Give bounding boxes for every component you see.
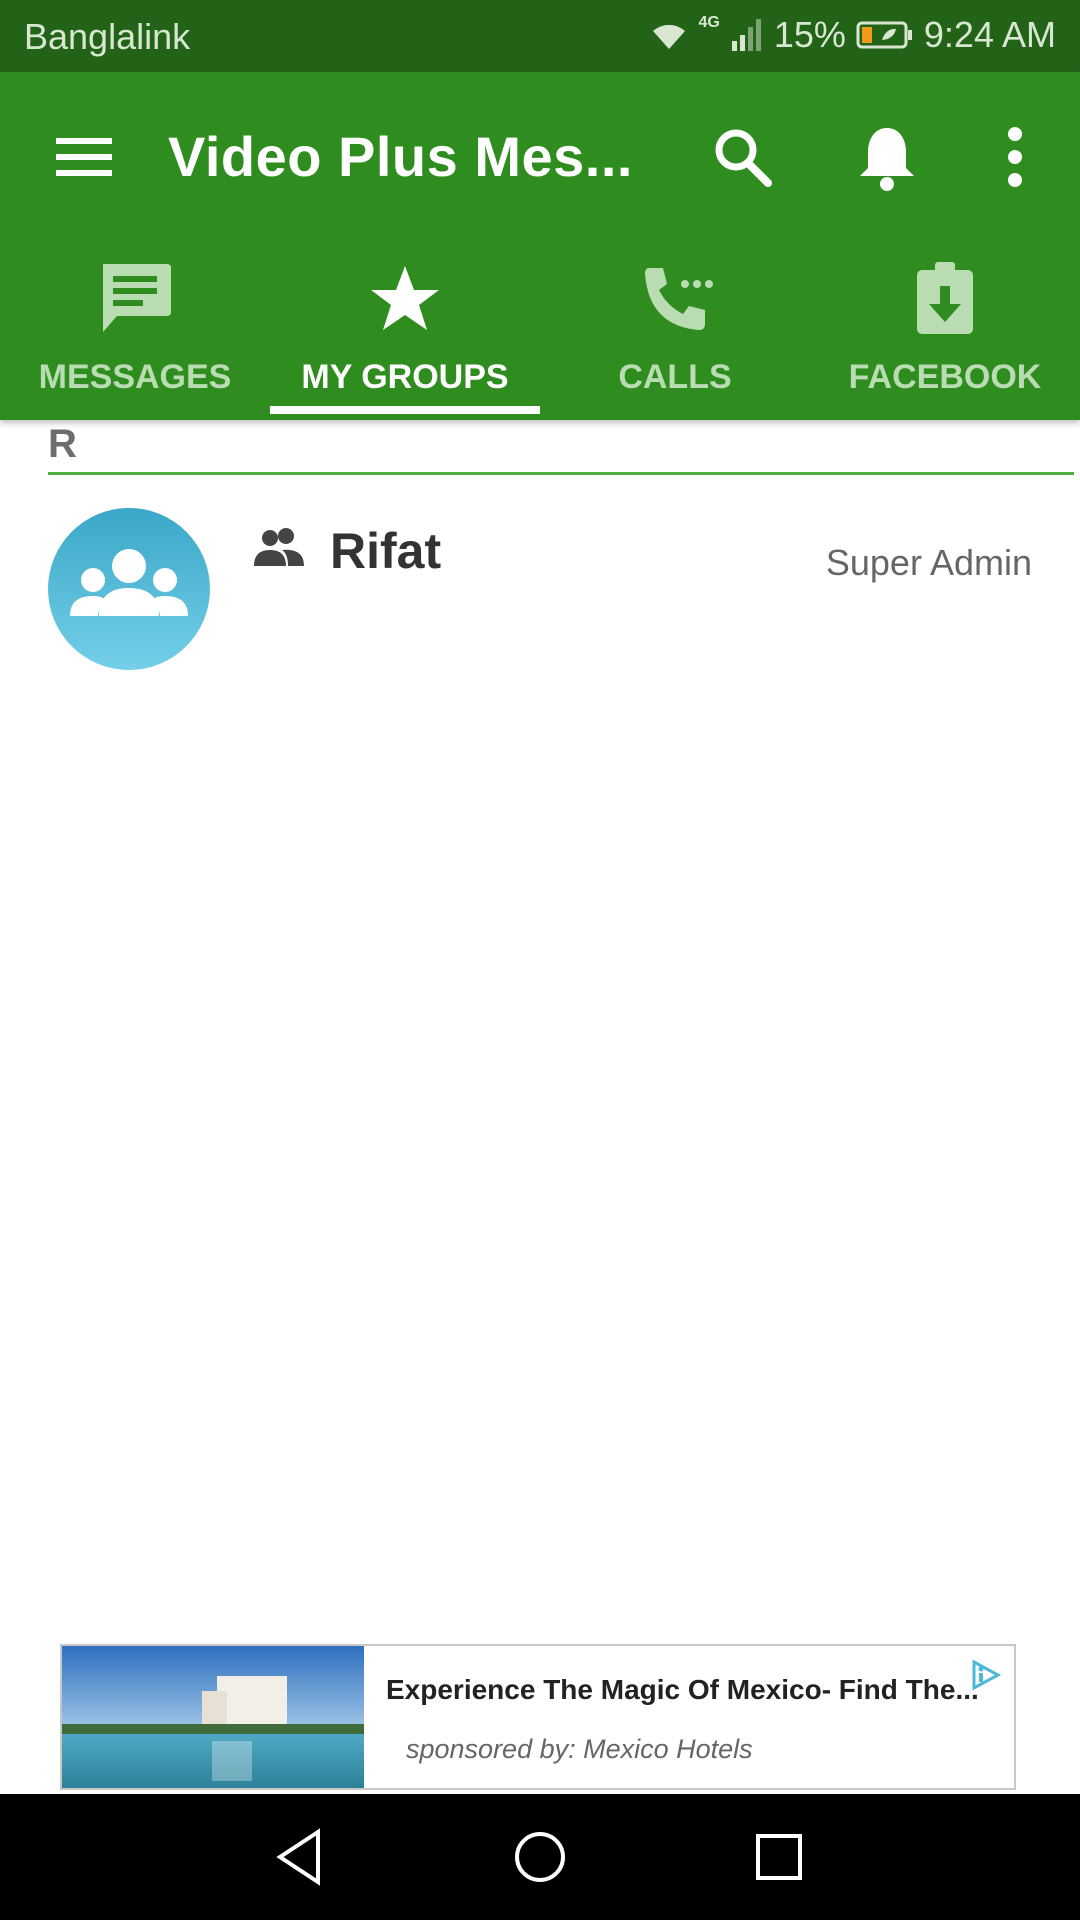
- message-icon: [103, 264, 171, 332]
- ad-choices-icon[interactable]: [968, 1658, 1002, 1692]
- ad-banner[interactable]: Experience The Magic Of Mexico- Find The…: [60, 1644, 1016, 1790]
- app-title: Video Plus Mes...: [168, 125, 633, 188]
- group-avatar-icon: [70, 549, 188, 616]
- system-nav-bar: [0, 1794, 1080, 1920]
- network-type: 4G: [698, 14, 720, 31]
- list-item[interactable]: Rifat Super Admin: [0, 500, 1080, 680]
- status-indicators: 4G 15% 9:24 AM: [649, 14, 1056, 56]
- signal-icon: [731, 19, 761, 51]
- back-icon[interactable]: [268, 1824, 334, 1890]
- menu-icon[interactable]: [50, 122, 120, 192]
- recents-icon[interactable]: [746, 1824, 812, 1890]
- phone-icon: [645, 268, 713, 330]
- section-divider: [48, 472, 1074, 475]
- wifi-icon: [652, 24, 685, 49]
- tab-facebook[interactable]: FACEBOOK: [810, 250, 1080, 420]
- tab-my-groups[interactable]: MY GROUPS: [270, 250, 540, 420]
- tab-messages[interactable]: MESSAGES: [0, 250, 270, 420]
- bell-icon[interactable]: [852, 120, 922, 194]
- tab-label: FACEBOOK: [848, 358, 1042, 396]
- group-icon: [254, 528, 304, 566]
- clock: 9:24 AM: [923, 14, 1056, 55]
- star-icon: [371, 266, 439, 330]
- battery-icon: [856, 21, 912, 49]
- tab-label: MESSAGES: [38, 358, 232, 396]
- tab-label: CALLS: [618, 358, 732, 396]
- group-role: Super Admin: [825, 542, 1032, 583]
- home-icon[interactable]: [507, 1824, 573, 1890]
- ad-image: [62, 1646, 364, 1788]
- ad-title: Experience The Magic Of Mexico- Find The…: [386, 1674, 979, 1705]
- search-icon[interactable]: [708, 120, 778, 194]
- group-name: Rifat: [330, 523, 442, 579]
- avatar: [48, 508, 210, 670]
- carrier-name: Banglalink: [24, 16, 191, 57]
- clipboard-download-icon: [917, 262, 973, 334]
- app-bar: Video Plus Mes... MESSAGES MY GROUPS CAL…: [0, 72, 1080, 420]
- tab-indicator: [270, 406, 540, 414]
- more-vert-icon[interactable]: [980, 120, 1050, 194]
- battery-percent: 15%: [773, 14, 846, 55]
- section-letter: R: [48, 422, 77, 466]
- status-bar: Banglalink 4G 15% 9:24 AM: [0, 0, 1080, 72]
- tab-calls[interactable]: CALLS: [540, 250, 810, 420]
- tab-label: MY GROUPS: [301, 358, 509, 396]
- ad-sponsor: sponsored by: Mexico Hotels: [406, 1734, 753, 1764]
